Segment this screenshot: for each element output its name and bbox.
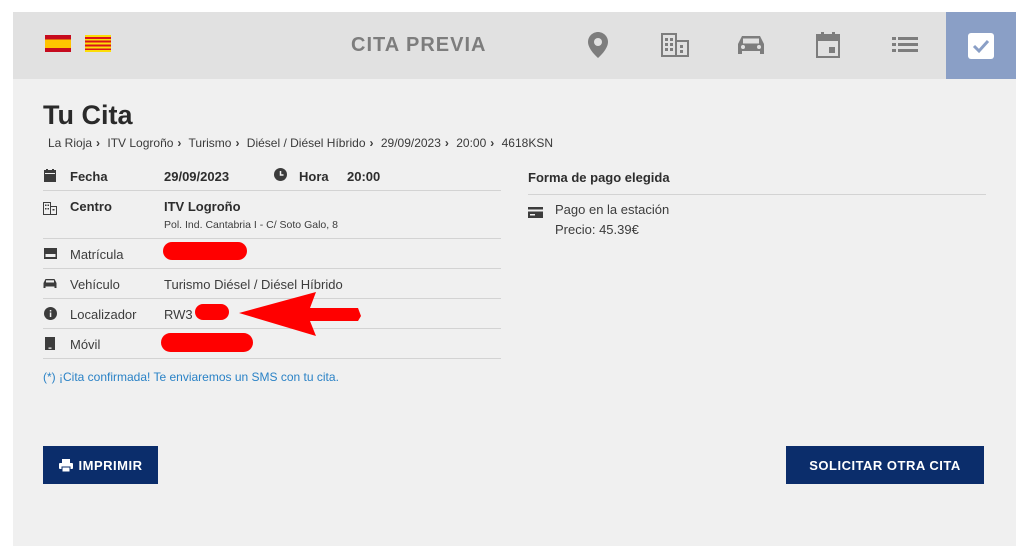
app-title: CITA PREVIA (351, 34, 487, 56)
breadcrumb: La Rioja › ITV Logroño › Turismo › Diésel /… (48, 136, 553, 150)
calendar-icon[interactable] (813, 28, 843, 62)
center-value: ITV Logroño (164, 199, 241, 214)
car-icon (43, 276, 57, 290)
center-address: Pol. Ind. Cantabria I - C/ Soto Galo, 8 (164, 219, 338, 231)
plate-label: Matrícula (70, 247, 124, 262)
breadcrumb-item: ITV Logroño (107, 136, 174, 150)
plate-redaction (163, 242, 247, 260)
print-button-label: IMPRIMIR (78, 457, 143, 473)
page-frame: CITA PREVIA Tu Cita La Rioja › ITV Logroñ… (13, 12, 1016, 546)
breadcrumb-item: 4618KSN (501, 136, 553, 150)
breadcrumb-item: La Rioja (48, 136, 93, 150)
locator-redaction (195, 304, 229, 320)
date-label: Fecha (70, 169, 108, 184)
locator-label: Localizador (70, 307, 137, 322)
printer-icon (58, 458, 73, 472)
location-icon[interactable] (583, 28, 613, 62)
locator-value: RW3 (164, 307, 193, 322)
plate-icon (43, 246, 57, 260)
vehicle-row: Vehículo Turismo Diésel / Diésel Híbrido (43, 269, 501, 299)
center-row: Centro ITV Logroño Pol. Ind. Cantabria I… (43, 191, 501, 239)
breadcrumb-item: Diésel / Diésel Híbrido (246, 136, 366, 150)
time-value: 20:00 (347, 169, 381, 184)
payment-heading: Forma de pago elegida (528, 170, 670, 185)
es-flag-icon[interactable] (45, 35, 71, 52)
breadcrumb-item: 29/09/2023 (380, 136, 441, 150)
clock-icon (273, 167, 287, 181)
new-appointment-button[interactable]: SOLICITAR OTRA CITA (786, 446, 984, 484)
vehicle-label: Vehículo (70, 277, 120, 292)
checkbox-icon[interactable] (946, 12, 1016, 79)
plate-row: Matrícula (43, 239, 501, 269)
mobile-redaction (161, 333, 253, 352)
confirmation-message: (*) ¡Cita confirmada! Te enviaremos un S… (43, 370, 339, 384)
car-icon[interactable] (736, 28, 766, 62)
locator-row: Localizador RW3 (43, 299, 501, 329)
breadcrumb-item: Turismo (188, 136, 232, 150)
center-label: Centro (70, 199, 112, 214)
payment-divider (528, 194, 986, 195)
mobile-row: Móvil (43, 329, 501, 359)
payment-price: Precio: 45.39€ (555, 222, 639, 237)
print-button[interactable]: IMPRIMIR (43, 446, 158, 484)
mobile-label: Móvil (70, 337, 101, 352)
payment-method: Pago en la estación (555, 202, 670, 217)
building-icon[interactable] (660, 28, 690, 62)
top-bar: CITA PREVIA (13, 12, 1016, 79)
calendar-icon (43, 168, 57, 182)
page-title: Tu Cita (43, 100, 133, 130)
vehicle-value: Turismo Diésel / Diésel Híbrido (164, 277, 343, 292)
date-value: 29/09/2023 (164, 169, 230, 184)
ca-flag-icon[interactable] (85, 35, 111, 52)
date-row: Fecha 29/09/2023 Hora 20:00 (43, 162, 501, 191)
time-label: Hora (299, 169, 329, 184)
phone-icon (43, 336, 57, 350)
list-icon[interactable] (890, 28, 920, 62)
credit-card-icon (528, 205, 543, 223)
info-icon (43, 306, 57, 320)
breadcrumb-item: 20:00 (456, 136, 487, 150)
building-icon (43, 201, 57, 215)
